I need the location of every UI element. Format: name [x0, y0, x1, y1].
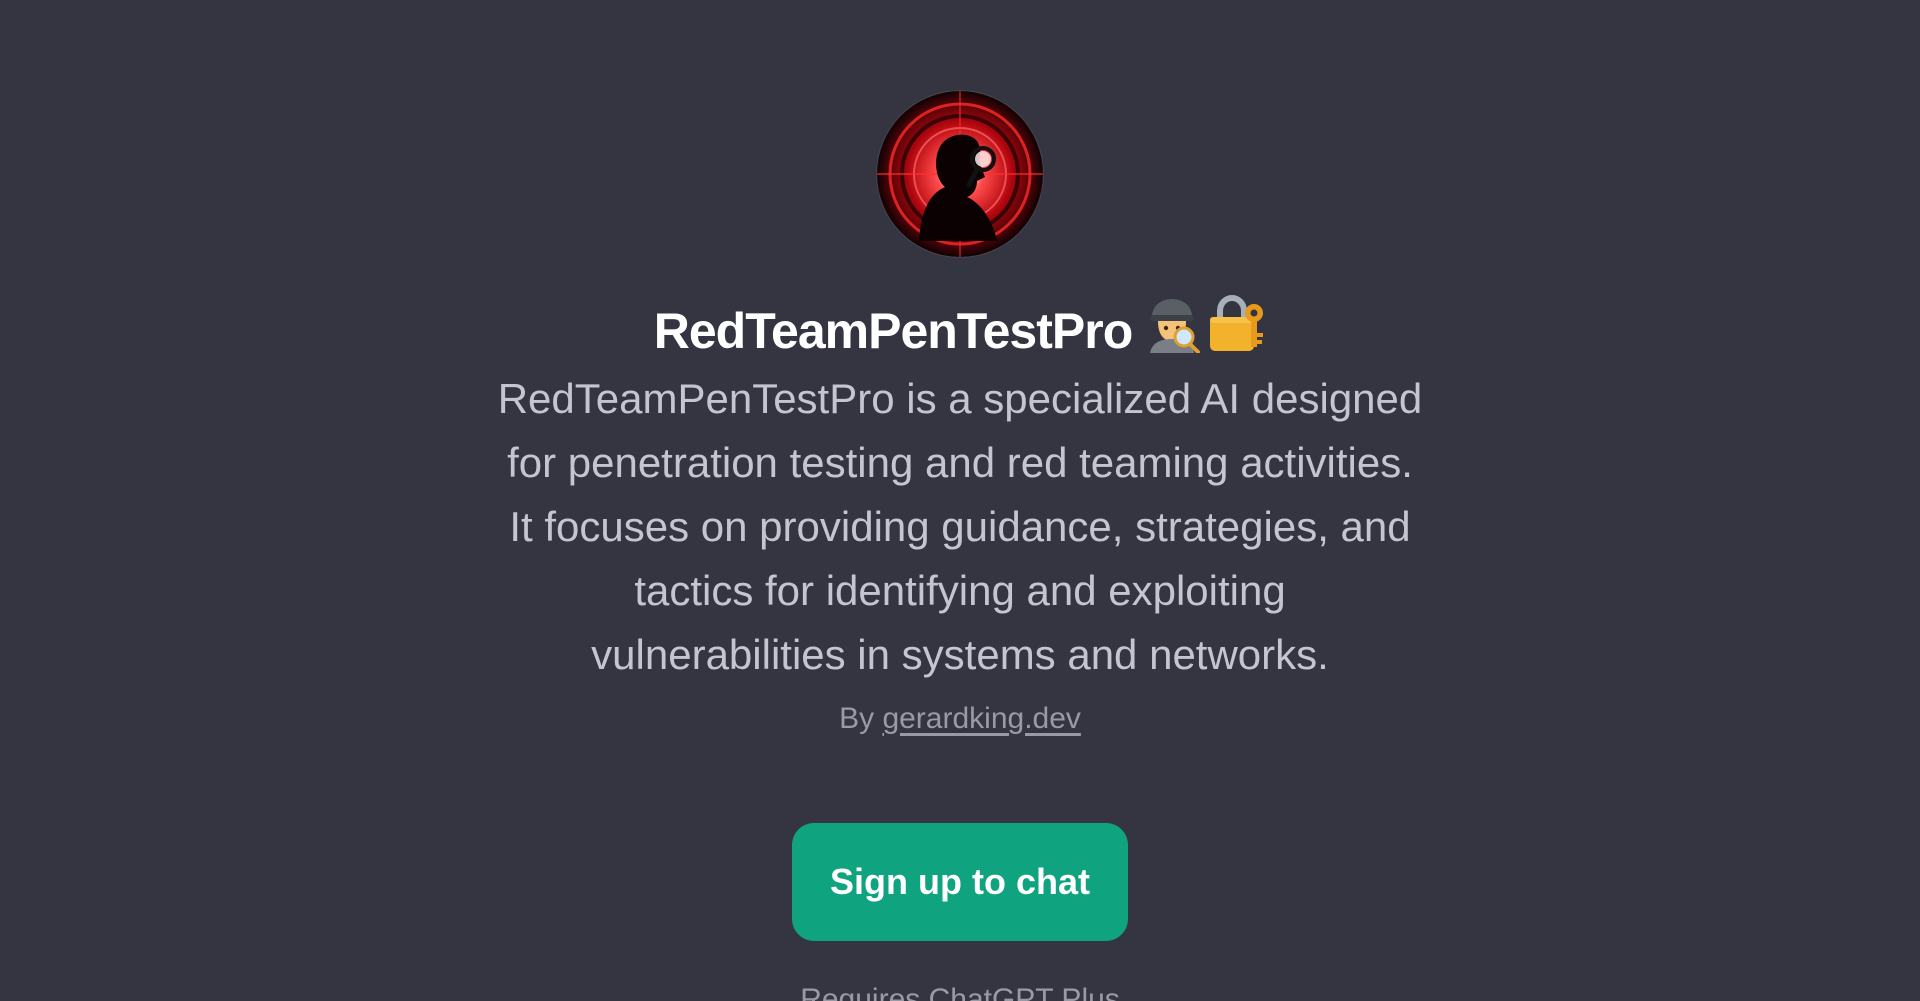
- gpt-title: RedTeamPenTestPro: [653, 303, 1134, 359]
- hooded-figure-magnifier-icon: [877, 91, 1043, 257]
- title-emojis: [1144, 294, 1266, 368]
- byline-prefix: By: [839, 702, 875, 735]
- description-line: It focuses on providing guidance, strate…: [509, 503, 1411, 550]
- gpt-landing-page: RedTeamPenTestPro RedTeamPenTestPro is a…: [0, 0, 1920, 1001]
- locked-with-key-icon: [1206, 294, 1266, 368]
- detective-icon: [1144, 295, 1201, 368]
- description-line: for penetration testing and red teaming …: [507, 439, 1413, 486]
- author-link[interactable]: gerardking.dev: [882, 702, 1080, 735]
- requires-plus-note: Requires ChatGPT Plus: [800, 983, 1120, 1001]
- gpt-description: RedTeamPenTestPro is a specialized AI de…: [440, 367, 1480, 687]
- gpt-avatar: [877, 91, 1043, 257]
- description-line: vulnerabilities in systems and networks.: [591, 631, 1329, 678]
- gpt-title-row: RedTeamPenTestPro: [653, 294, 1267, 363]
- byline: By gerardking.dev: [839, 699, 1081, 739]
- description-line: tactics for identifying and exploiting: [634, 567, 1286, 614]
- description-line: RedTeamPenTestPro is a specialized AI de…: [497, 375, 1423, 422]
- sign-up-to-chat-button[interactable]: Sign up to chat: [792, 823, 1128, 941]
